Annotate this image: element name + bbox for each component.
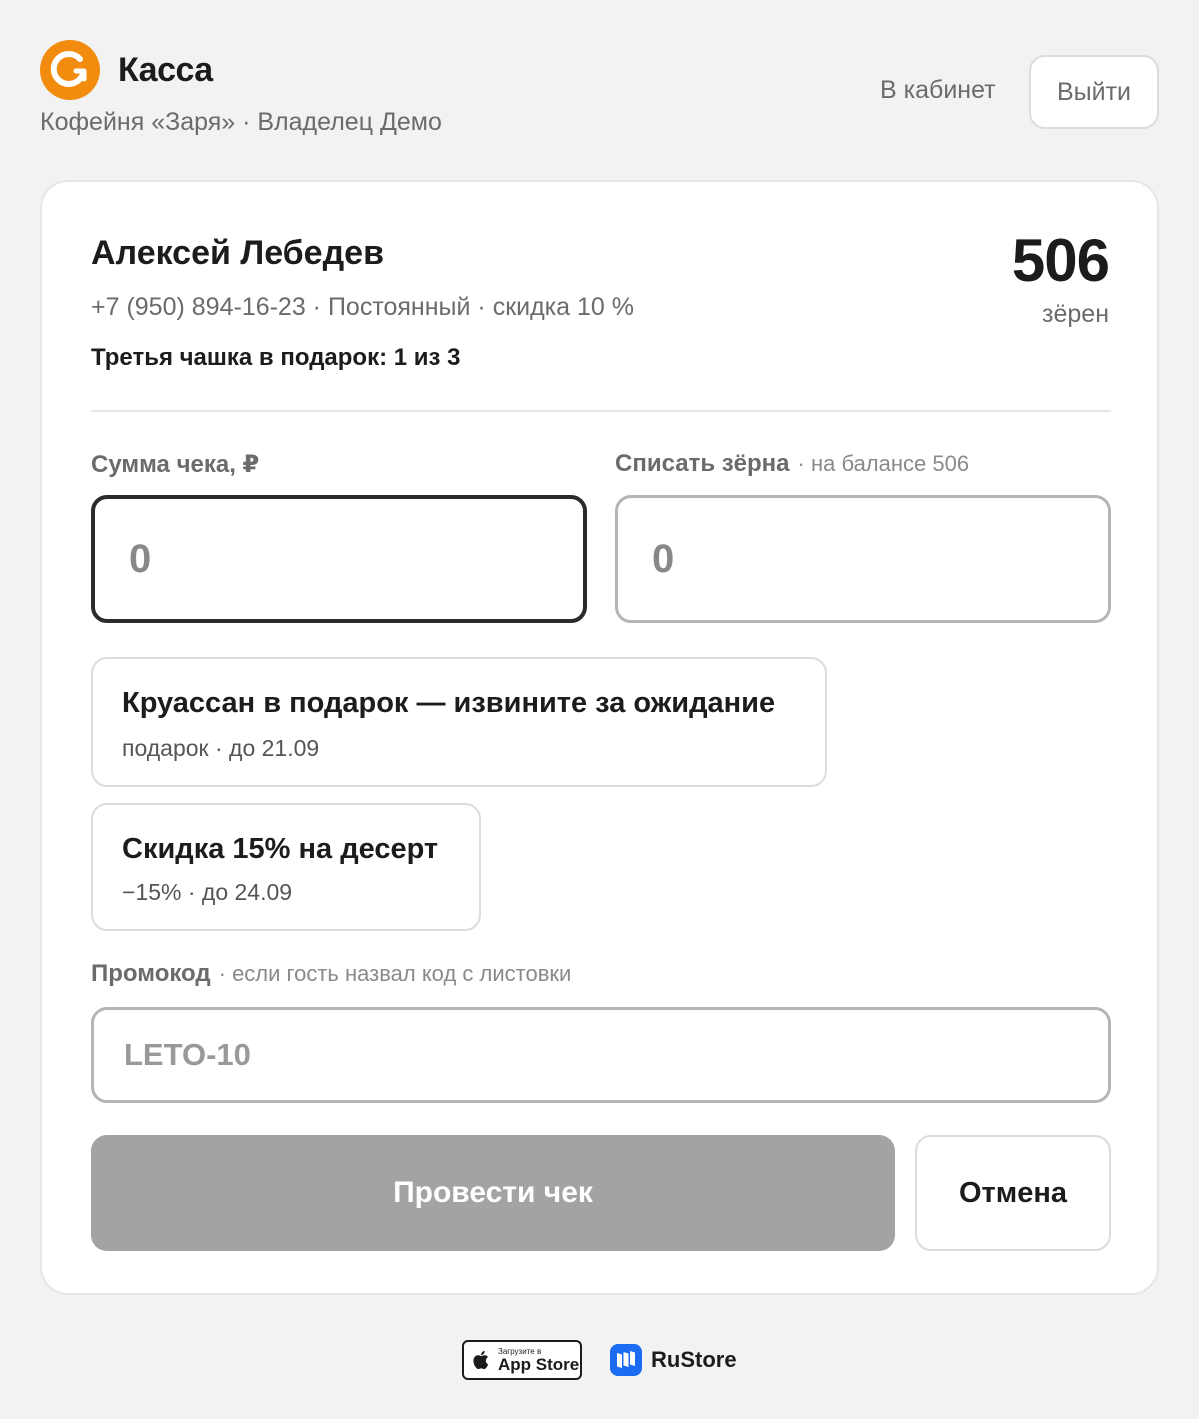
rustore-icon bbox=[610, 1344, 642, 1376]
promo-hint: · если гость назвал код с листовки bbox=[218, 961, 572, 986]
offer-subtitle: −15% · до 24.09 bbox=[122, 879, 293, 905]
offer-card[interactable]: Скидка 15% на десерт −15% · до 24.09 bbox=[91, 803, 481, 931]
sum-input[interactable]: 0 bbox=[91, 495, 587, 623]
promo-label-text: Промокод bbox=[91, 960, 211, 987]
beans-label-text: Списать зёрна bbox=[615, 450, 790, 477]
appstore-big-text: App Store bbox=[498, 1354, 580, 1374]
offer-title: Круассан в подарок — извините за ожидани… bbox=[122, 687, 776, 719]
app-title: Касса bbox=[118, 50, 213, 89]
beans-hint: · на балансе 506 bbox=[797, 451, 970, 476]
promo-input[interactable]: LETO-10 bbox=[91, 1007, 1111, 1103]
loyalty-progress: Третья чашка в подарок: 1 из 3 bbox=[91, 344, 461, 371]
promo-label: Промокод · если гость назвал код с листов… bbox=[91, 960, 571, 988]
submit-receipt-button[interactable]: Провести чек bbox=[91, 1135, 895, 1251]
offer-subtitle: подарок · до 21.09 bbox=[122, 735, 320, 761]
cashier-page: Касса Кофейня «Заря» · Владелец Демо В к… bbox=[0, 0, 1199, 1419]
rustore-label: RuStore bbox=[651, 1347, 737, 1372]
appstore-badge[interactable]: Загрузите в App Store bbox=[462, 1340, 582, 1380]
checkout-card: Алексей Лебедев +7 (950) 894-16-23 · Пос… bbox=[40, 180, 1159, 1295]
rustore-badge[interactable]: RuStore bbox=[610, 1344, 737, 1376]
client-name: Алексей Лебедев bbox=[91, 234, 384, 272]
logo-icon bbox=[40, 40, 100, 100]
cabinet-link[interactable]: В кабинет bbox=[880, 76, 996, 105]
divider bbox=[91, 410, 1111, 412]
beans-label: Списать зёрна · на балансе 506 bbox=[615, 450, 969, 478]
sum-label-text: Сумма чека, ₽ bbox=[91, 451, 260, 478]
client-meta: +7 (950) 894-16-23 · Постоянный · скидка… bbox=[91, 293, 635, 321]
cancel-button[interactable]: Отмена bbox=[915, 1135, 1111, 1251]
beans-unit: зёрен bbox=[1042, 300, 1109, 328]
offer-card[interactable]: Круассан в подарок — извините за ожидани… bbox=[91, 657, 827, 787]
apple-icon bbox=[473, 1350, 489, 1370]
store-subtitle: Кофейня «Заря» · Владелец Демо bbox=[40, 108, 442, 136]
logout-button[interactable]: Выйти bbox=[1029, 55, 1159, 129]
brand: Касса bbox=[40, 40, 213, 100]
beans-input[interactable]: 0 bbox=[615, 495, 1111, 623]
offer-title: Скидка 15% на десерт bbox=[122, 833, 439, 865]
sum-label: Сумма чека, ₽ bbox=[91, 450, 259, 479]
beans-balance: 506 bbox=[1011, 227, 1110, 294]
